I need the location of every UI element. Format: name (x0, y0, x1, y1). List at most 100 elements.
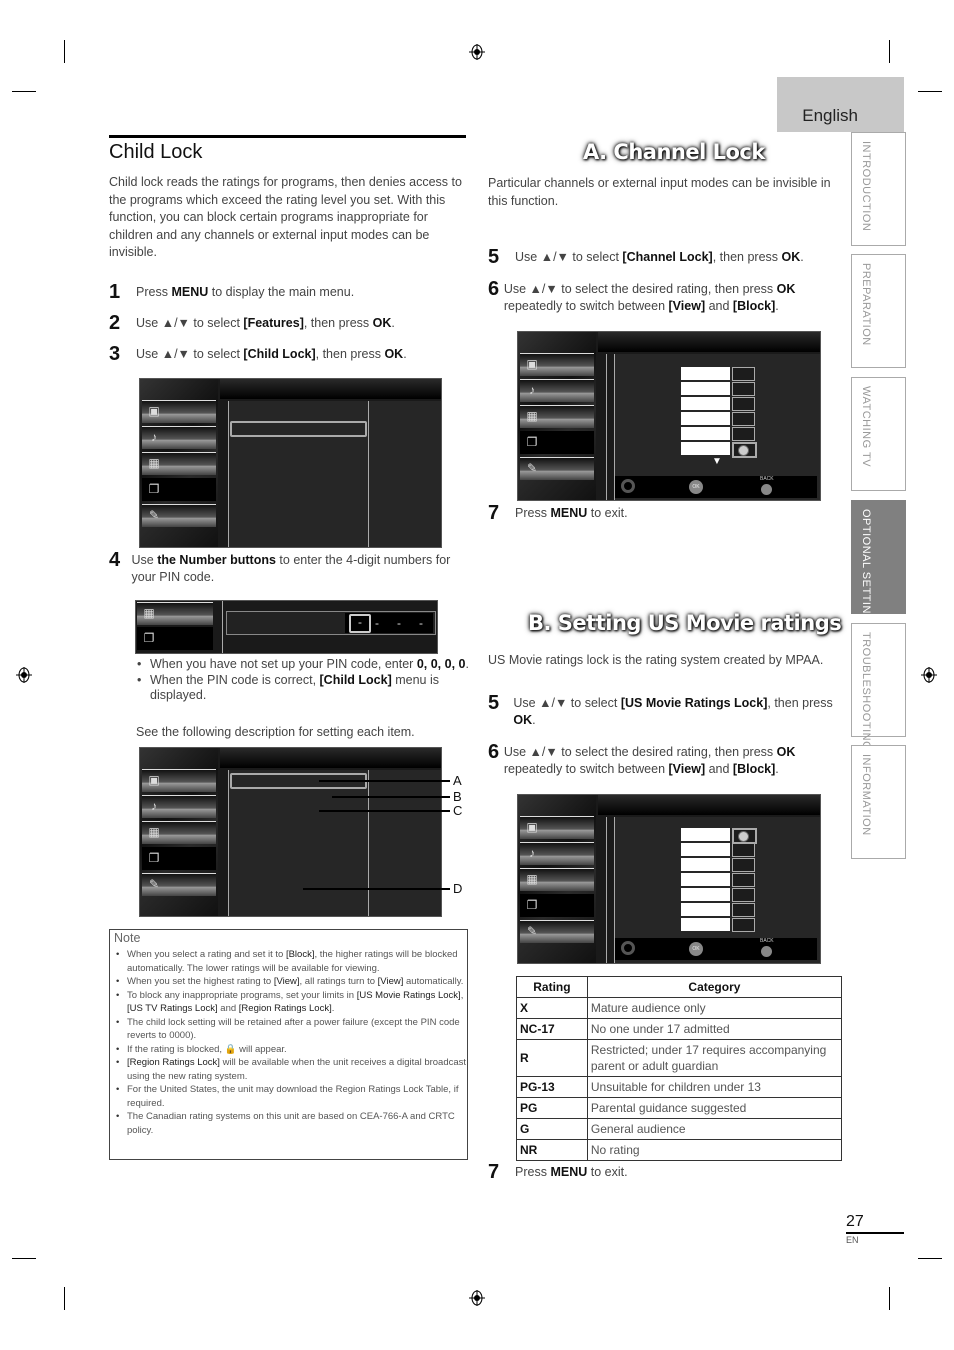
scroll-down-arrow-icon[interactable]: ▼ (712, 456, 722, 467)
child-lock-menu-item[interactable] (230, 421, 367, 437)
rating-name-box[interactable] (681, 888, 730, 901)
registration-mark-icon (921, 667, 937, 683)
navigation-pad-icon (621, 941, 635, 955)
edit-icon: ✎ (526, 461, 538, 475)
pin-digit-1[interactable]: - (349, 614, 371, 633)
menu-setup-button[interactable]: ▦ (520, 405, 594, 428)
table-row: NC-17 No one under 17 admitted (516, 1018, 843, 1040)
lock-toggle-blocked[interactable] (732, 442, 757, 458)
menu-features-button[interactable]: ❐ (142, 478, 216, 501)
lock-toggle[interactable] (732, 382, 755, 396)
menu-language-button[interactable]: ✎ (142, 873, 216, 896)
lock-icon (738, 445, 749, 456)
rating-name-box[interactable] (681, 843, 730, 856)
pin-field[interactable]: - - - - (226, 611, 436, 635)
rating-name-box[interactable] (681, 427, 730, 440)
menu-setup-button[interactable]: ▦ (142, 452, 216, 475)
child-lock-intro: Child lock reads the ratings for program… (109, 175, 462, 259)
title-rule (109, 135, 466, 138)
lock-toggle[interactable] (732, 427, 755, 441)
callout-label-d: D (453, 881, 463, 896)
category-cell: Mature audience only (586, 997, 843, 1019)
ok-button-icon: OK (689, 942, 703, 956)
rating-name-box[interactable] (681, 382, 730, 395)
menu-sound-button[interactable]: ♪ (520, 379, 594, 402)
menu-features-button[interactable]: ❐ (137, 627, 213, 650)
menu-language-button[interactable]: ✎ (520, 920, 594, 943)
note-list: When you select a rating and set it to [… (115, 948, 467, 1137)
lock-toggle[interactable] (732, 888, 755, 902)
navigation-pad-icon (621, 479, 635, 493)
menu-picture-button[interactable]: ▣ (142, 769, 216, 792)
menu-picture-button[interactable]: ▣ (142, 400, 216, 423)
menu-sound-button[interactable]: ♪ (142, 426, 216, 449)
features-icon: ❐ (526, 435, 538, 449)
channel-lock-heading: A. Channel Lock (583, 140, 765, 164)
section-tab-information[interactable]: INFORMATION (851, 745, 906, 859)
tv-menu-screen: ▣ ♪ ▦ ❐ ✎ (139, 378, 442, 548)
rating-name-box[interactable] (681, 442, 730, 455)
pin-bullets: When you have not set up your PIN code, … (136, 657, 475, 704)
note-item: If the rating is blocked, 🔒 will appear. (116, 1043, 467, 1057)
step-1: 1 Press MENU to display the main menu. (109, 281, 355, 303)
rating-name-box[interactable] (681, 367, 730, 380)
menu-setup-button[interactable]: ▦ (142, 821, 216, 844)
menu-setup-button[interactable]: ▦ (137, 602, 213, 625)
menu-sound-button[interactable]: ♪ (520, 842, 594, 865)
movie-step-6: 6 Use ▲/▼ to select the desired rating, … (488, 741, 796, 776)
crop-mark (12, 1258, 36, 1259)
section-tab-preparation[interactable]: PREPARATION (851, 254, 906, 368)
note-item: When you set the highest rating to [View… (116, 975, 467, 989)
section-tab-troubleshooting[interactable]: TROUBLESHOOTING (851, 623, 906, 750)
menu-features-button[interactable]: ❐ (520, 431, 594, 454)
crop-mark (64, 1287, 65, 1310)
section-tab-introduction[interactable]: INTRODUCTION (851, 132, 906, 246)
control-bar: OK BACK (615, 476, 817, 498)
music-note-icon: ♪ (529, 383, 535, 397)
lock-toggle[interactable] (732, 918, 755, 932)
crop-mark (918, 1258, 942, 1259)
rating-name-box[interactable] (681, 873, 730, 886)
note-box: Note When you select a rating and set it… (109, 929, 468, 1160)
section-tab-watching-tv[interactable]: WATCHING TV (851, 377, 906, 491)
note-title: Note (114, 931, 141, 945)
rating-name-box[interactable] (681, 918, 730, 931)
lock-toggle[interactable] (732, 412, 755, 426)
menu-setup-button[interactable]: ▦ (520, 868, 594, 891)
lock-toggle-blocked[interactable] (732, 828, 757, 844)
menu-features-button[interactable]: ❐ (520, 894, 594, 917)
menu-features-button[interactable]: ❐ (142, 847, 216, 870)
menu-sound-button[interactable]: ♪ (142, 795, 216, 818)
lock-toggle[interactable] (732, 858, 755, 872)
category-cell: No one under 17 admitted (586, 1018, 843, 1040)
menu-picture-button[interactable]: ▣ (520, 816, 594, 839)
rating-name-box[interactable] (681, 828, 730, 841)
callout-line-b (332, 796, 450, 798)
menu-language-button[interactable]: ✎ (142, 504, 216, 527)
lock-toggle[interactable] (732, 367, 755, 381)
rating-name-box[interactable] (681, 412, 730, 425)
table-header-row: Rating Category (516, 976, 843, 998)
lock-toggle[interactable] (732, 903, 755, 917)
grid-icon: ▦ (148, 825, 160, 839)
rating-name-box[interactable] (681, 903, 730, 916)
menu-language-button[interactable]: ✎ (520, 457, 594, 480)
movie-ratings-intro: US Movie ratings lock is the rating syst… (488, 653, 824, 667)
lock-toggle[interactable] (732, 843, 755, 857)
rating-cell: PG-13 (516, 1076, 588, 1098)
menu-picture-button[interactable]: ▣ (520, 353, 594, 376)
table-row: X Mature audience only (516, 997, 843, 1019)
bullet-item: When you have not set up your PIN code, … (137, 657, 475, 673)
rating-table: Rating Category X Mature audience only NC-… (516, 976, 843, 1161)
table-row: G General audience (516, 1118, 843, 1140)
lock-toggle[interactable] (732, 873, 755, 887)
lock-toggle[interactable] (732, 397, 755, 411)
rating-name-box[interactable] (681, 858, 730, 871)
callout-label-a: A (453, 773, 462, 788)
back-label: BACK (760, 476, 774, 482)
pin-digit-4: - (419, 616, 423, 630)
rating-name-box[interactable] (681, 397, 730, 410)
crop-mark (889, 1287, 890, 1310)
page-title: Child Lock (109, 141, 203, 163)
section-tab-optional-setting[interactable]: OPTIONAL SETTING (851, 500, 906, 623)
